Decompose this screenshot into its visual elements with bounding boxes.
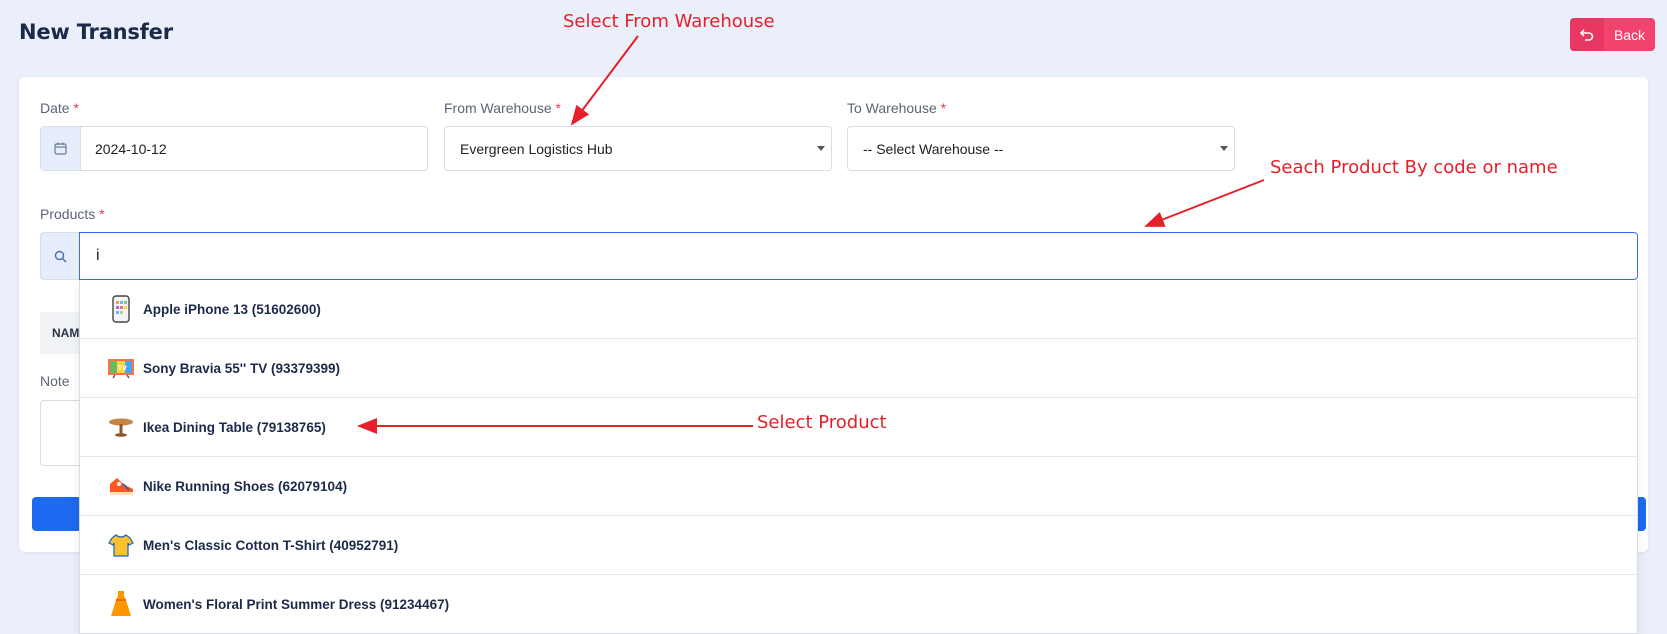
product-option-shoes[interactable]: Nike Running Shoes (62079104) [80, 457, 1637, 516]
product-option-label: Men's Classic Cotton T-Shirt (40952791) [143, 537, 399, 553]
annotation-select-product: Select Product [757, 412, 887, 433]
product-option-label: Ikea Dining Table (79138765) [143, 419, 326, 435]
product-option-tshirt[interactable]: Men's Classic Cotton T-Shirt (40952791) [80, 516, 1637, 575]
note-label: Note [40, 373, 70, 389]
table-icon [107, 413, 135, 441]
product-option-label: Apple iPhone 13 (51602600) [143, 301, 321, 317]
product-option-iphone[interactable]: Apple iPhone 13 (51602600) [80, 280, 1637, 339]
back-button[interactable]: Back [1570, 18, 1655, 51]
product-search-input[interactable]: i [79, 232, 1638, 280]
product-dropdown: Apple iPhone 13 (51602600) TV Sony Bravi… [79, 280, 1638, 634]
products-label: Products * [40, 206, 105, 222]
date-field[interactable]: 2024-10-12 [40, 126, 428, 171]
page-title: New Transfer [19, 20, 173, 44]
from-warehouse-label: From Warehouse * [444, 100, 561, 116]
phone-icon [107, 295, 135, 323]
dress-icon [107, 590, 135, 618]
to-warehouse-label: To Warehouse * [847, 100, 947, 116]
annotation-search-product: Seach Product By code or name [1270, 157, 1558, 178]
product-search[interactable]: i [40, 232, 1638, 280]
product-option-tv[interactable]: TV Sony Bravia 55'' TV (93379399) [80, 339, 1637, 398]
annotation-select-warehouse: Select From Warehouse [563, 11, 775, 32]
product-option-label: Nike Running Shoes (62079104) [143, 478, 348, 494]
date-label: Date * [40, 100, 79, 116]
product-search-value: i [96, 247, 100, 264]
date-value: 2024-10-12 [95, 140, 167, 157]
svg-text:TV: TV [118, 365, 127, 372]
undo-icon [1570, 18, 1604, 51]
to-warehouse-select[interactable]: -- Select Warehouse -- [847, 126, 1235, 171]
from-warehouse-value: Evergreen Logistics Hub [460, 140, 613, 157]
chevron-down-icon [1220, 146, 1228, 151]
search-icon [40, 232, 79, 280]
tshirt-icon [107, 531, 135, 559]
from-warehouse-select[interactable]: Evergreen Logistics Hub [444, 126, 832, 171]
product-option-label: Sony Bravia 55'' TV (93379399) [143, 360, 341, 376]
back-button-label: Back [1613, 26, 1646, 43]
product-option-label: Women's Floral Print Summer Dress (91234… [143, 596, 450, 612]
chevron-down-icon [817, 146, 825, 151]
calendar-icon [41, 127, 81, 170]
shoe-icon [107, 472, 135, 500]
tv-icon: TV [107, 354, 135, 382]
to-warehouse-value: -- Select Warehouse -- [863, 140, 1004, 157]
product-option-dress[interactable]: Women's Floral Print Summer Dress (91234… [80, 575, 1637, 633]
